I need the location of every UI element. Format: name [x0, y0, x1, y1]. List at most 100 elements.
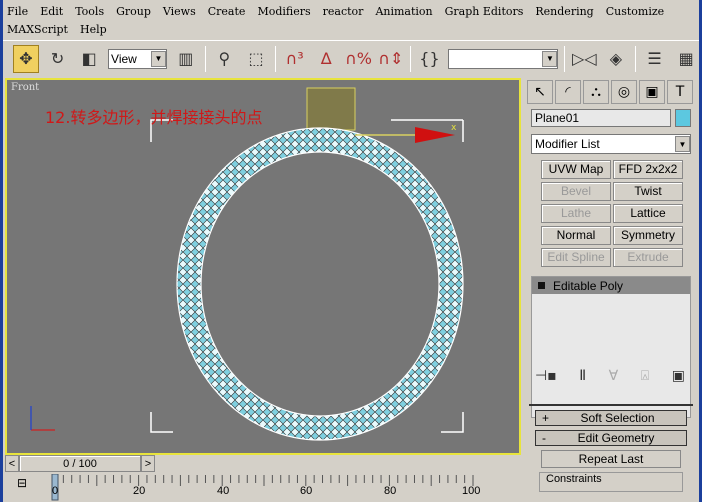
soft-selection-rollout[interactable]: + Soft Selection	[535, 410, 687, 426]
menu-help[interactable]: Help	[80, 23, 107, 36]
edit-geometry-rollout[interactable]: - Edit Geometry	[535, 430, 687, 446]
spinner-snap-icon[interactable]: ∩⇕	[378, 45, 404, 73]
menu-file[interactable]: File	[7, 5, 28, 18]
chevron-down-icon: ▼	[542, 50, 558, 67]
menu-reactor[interactable]: reactor	[323, 5, 364, 18]
stack-item-editable-poly[interactable]: Editable Poly	[532, 277, 690, 294]
chevron-down-icon: ▼	[675, 136, 690, 152]
rollout-title: Soft Selection	[580, 411, 655, 425]
modifier-stack: Editable Poly	[531, 276, 691, 418]
configure-modifier-sets-icon[interactable]: ▣	[672, 368, 685, 384]
gizmo-x-arrow	[415, 127, 455, 143]
constraints-group: Constraints	[539, 472, 683, 492]
symmetry-button[interactable]: Symmetry	[613, 226, 683, 245]
track-bar[interactable]: ⊟ 0 20 40 60 80 100	[3, 474, 521, 502]
layer-manager-icon[interactable]: ☰	[642, 45, 668, 73]
main-toolbar: ✥ ↻ ◧ View ▼ ▥ ⚲ ⬚ ∩³ ∆ ∩% ∩⇕ {} ▼ ▷◁ ◈ ☰…	[3, 40, 699, 76]
display-tab-icon[interactable]: ▣	[639, 80, 665, 104]
axis-tripod-icon	[30, 406, 55, 431]
object-name-field[interactable]: Plane01	[531, 109, 671, 127]
command-panel-tabs: ↖ ◜ ⛬ ◎ ▣ T	[523, 78, 699, 106]
mirror-icon[interactable]: ▷◁	[571, 45, 597, 73]
rollouts: + Soft Selection - Edit Geometry Repeat La…	[529, 404, 693, 502]
tick-label: 40	[217, 485, 230, 497]
tick-label: 80	[384, 485, 397, 497]
next-frame-button[interactable]: >	[141, 455, 155, 472]
divider	[204, 45, 206, 72]
make-unique-icon[interactable]: ∀	[609, 368, 619, 384]
tick-label: 0	[52, 485, 59, 497]
divider	[634, 45, 636, 72]
modify-tab-icon[interactable]: ◜	[555, 80, 581, 104]
prev-frame-button[interactable]: <	[5, 455, 19, 472]
modifier-buttons: UVW Map FFD 2x2x2 Bevel Twist Lathe Latt…	[541, 160, 683, 267]
chevron-down-icon: ▼	[150, 50, 166, 67]
show-end-result-icon[interactable]: Ⅱ	[579, 368, 586, 384]
time-slider[interactable]: < 0 / 100 >	[5, 455, 155, 472]
menu-tools[interactable]: Tools	[75, 5, 104, 18]
reference-coord-value: View	[111, 51, 137, 66]
keyboard-shortcut-icon[interactable]: ⬚	[243, 45, 269, 73]
ffd-button[interactable]: FFD 2x2x2	[613, 160, 683, 179]
reference-coord-select[interactable]: View ▼	[108, 48, 167, 69]
stack-item-label: Editable Poly	[553, 278, 624, 293]
menu-modifiers[interactable]: Modifiers	[257, 5, 310, 18]
hierarchy-tab-icon[interactable]: ⛬	[583, 80, 609, 104]
time-slider-thumb[interactable]: 0 / 100	[19, 455, 141, 472]
pin-stack-icon[interactable]: ⊣▪	[535, 368, 557, 384]
stack-toolbar: ⊣▪ Ⅱ ∀ ⍓ ▣	[535, 368, 685, 384]
named-selection-select[interactable]: ▼	[448, 48, 559, 69]
edit-spline-button[interactable]: Edit Spline	[541, 248, 611, 267]
scale-icon[interactable]: ◧	[76, 45, 102, 73]
ring-object	[177, 128, 463, 440]
expand-sign: +	[542, 411, 550, 425]
menu-graph-editors[interactable]: Graph Editors	[445, 5, 524, 18]
menu-bar: File Edit Tools Group Views Create Modif…	[3, 2, 699, 38]
extrude-button[interactable]: Extrude	[613, 248, 683, 267]
menu-customize[interactable]: Customize	[606, 5, 664, 18]
expand-icon[interactable]	[538, 282, 545, 289]
curve-editor-icon[interactable]: ▦	[673, 45, 699, 73]
utilities-tab-icon[interactable]: T	[667, 80, 693, 104]
manipulate-icon[interactable]: ⚲	[212, 45, 238, 73]
pivot-center-icon[interactable]: ▥	[173, 45, 199, 73]
divider	[274, 45, 276, 72]
normal-button[interactable]: Normal	[541, 226, 611, 245]
move-icon[interactable]: ✥	[13, 44, 39, 73]
lattice-button[interactable]: Lattice	[613, 204, 683, 223]
align-icon[interactable]: ◈	[603, 45, 629, 73]
front-viewport[interactable]: Front x 12.转多边形，并焊接接头的点	[5, 78, 521, 455]
snap-3d-icon[interactable]: ∩³	[282, 45, 308, 73]
uvw-map-button[interactable]: UVW Map	[541, 160, 611, 179]
svg-text:x: x	[451, 123, 457, 133]
rotate-icon[interactable]: ↻	[45, 45, 71, 73]
remove-modifier-icon[interactable]: ⍓	[641, 368, 649, 384]
menu-views[interactable]: Views	[163, 5, 196, 18]
divider	[409, 45, 411, 72]
tick-label: 60	[300, 485, 313, 497]
modifier-list-value: Modifier List	[535, 137, 600, 151]
edit-named-selection-icon[interactable]: {}	[417, 45, 443, 73]
menu-animation[interactable]: Animation	[375, 5, 432, 18]
menu-rendering[interactable]: Rendering	[535, 5, 593, 18]
modifier-list-dropdown[interactable]: Modifier List ▼	[531, 134, 691, 154]
rollout-title: Edit Geometry	[577, 431, 655, 445]
menu-create[interactable]: Create	[208, 5, 246, 18]
viewport-scene: x	[30, 87, 464, 441]
bevel-button[interactable]: Bevel	[541, 182, 611, 201]
twist-button[interactable]: Twist	[613, 182, 683, 201]
menu-maxscript[interactable]: MAXScript	[7, 23, 68, 36]
percent-snap-icon[interactable]: ∩%	[345, 45, 372, 73]
menu-edit[interactable]: Edit	[40, 5, 63, 18]
command-panel: ↖ ◜ ⛬ ◎ ▣ T Plane01 Modifier List ▼ UVW M…	[523, 78, 699, 502]
timeline-ticks	[51, 474, 474, 501]
angle-snap-icon[interactable]: ∆	[313, 45, 339, 73]
gizmo-plane-box	[306, 87, 356, 131]
create-tab-icon[interactable]: ↖	[527, 80, 553, 104]
menu-group[interactable]: Group	[116, 5, 151, 18]
lathe-button[interactable]: Lathe	[541, 204, 611, 223]
motion-tab-icon[interactable]: ◎	[611, 80, 637, 104]
object-color-swatch[interactable]	[675, 109, 691, 127]
repeat-last-button[interactable]: Repeat Last	[541, 450, 681, 468]
tick-label: 20	[133, 485, 146, 497]
